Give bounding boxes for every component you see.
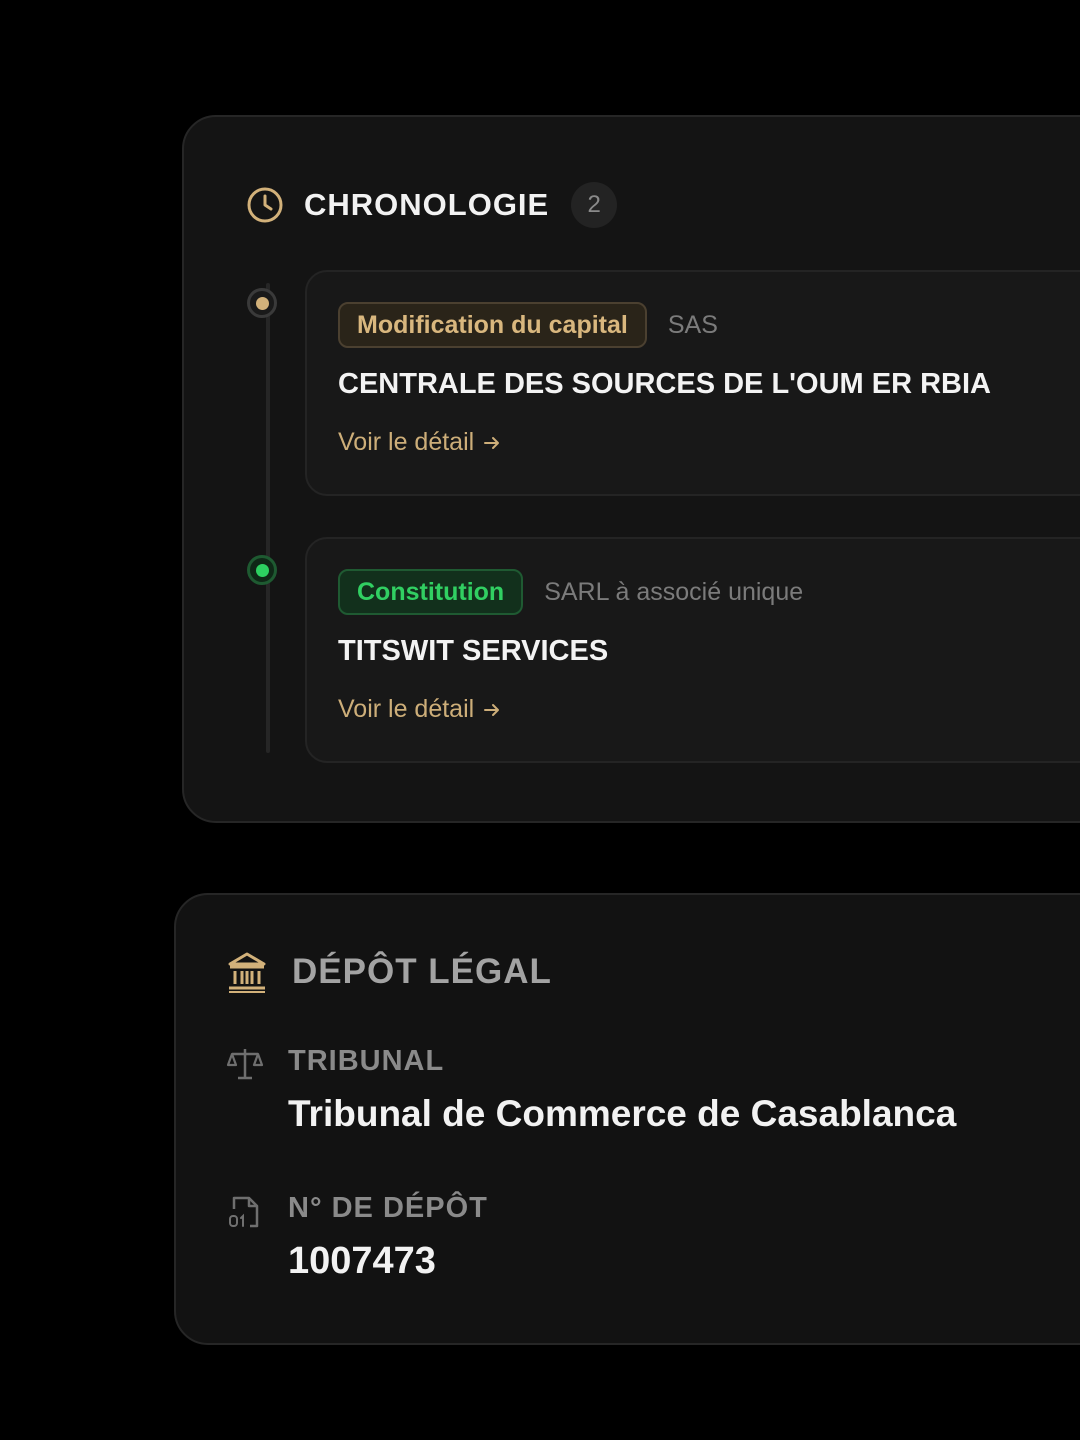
timeline-line [266, 283, 270, 753]
view-detail-link[interactable]: Voir le détail [338, 428, 502, 457]
company-name: TITSWIT SERVICES [338, 635, 609, 667]
event-card[interactable]: Modification du capital SAS CENTRALE DES… [305, 270, 1080, 496]
arrow-right-icon [484, 703, 500, 716]
clock-icon [247, 187, 283, 223]
view-detail-label: Voir le détail [338, 695, 475, 723]
company-name: CENTRALE DES SOURCES DE L'OUM ER RBIA [338, 368, 991, 400]
bank-icon [228, 952, 266, 993]
tribunal-value: Tribunal de Commerce de Casablanca [288, 1093, 957, 1134]
timeline-dot-modification [247, 288, 277, 318]
event-count-badge: 2 [571, 182, 618, 228]
timeline-dot-constitution [247, 555, 277, 585]
viewport: CHRONOLOGIE 2 Modification du capital SA… [0, 0, 1080, 1440]
chronology-card: CHRONOLOGIE 2 Modification du capital SA… [182, 115, 1080, 823]
event-type-badge: Constitution [338, 569, 524, 615]
legal-deposit-card: DÉPÔT LÉGAL TRIBUNAL Tribunal de Commerc… [174, 893, 1080, 1345]
arrow-right-icon [484, 436, 500, 449]
deposit-number-label: N° DE DÉPÔT [288, 1192, 488, 1224]
tribunal-label: TRIBUNAL [288, 1045, 445, 1077]
legal-deposit-header: DÉPÔT LÉGAL [226, 949, 552, 995]
event-card[interactable]: Constitution SARL à associé unique TITSW… [305, 537, 1080, 763]
view-detail-label: Voir le détail [338, 428, 475, 456]
legal-form: SARL à associé unique [544, 577, 804, 606]
legal-form: SAS [667, 310, 718, 339]
view-detail-link[interactable]: Voir le détail [338, 695, 502, 724]
chronology-header: CHRONOLOGIE 2 [246, 182, 618, 228]
chronology-title: CHRONOLOGIE [304, 187, 550, 222]
deposit-number-value: 1007473 [288, 1240, 436, 1282]
event-tag-row: Modification du capital SAS [338, 302, 718, 348]
legal-deposit-title: DÉPÔT LÉGAL [292, 952, 552, 991]
event-tag-row: Constitution SARL à associé unique [338, 569, 803, 615]
file-binary-icon [229, 1196, 259, 1228]
event-type-badge: Modification du capital [338, 302, 647, 348]
scale-icon [226, 1049, 264, 1080]
